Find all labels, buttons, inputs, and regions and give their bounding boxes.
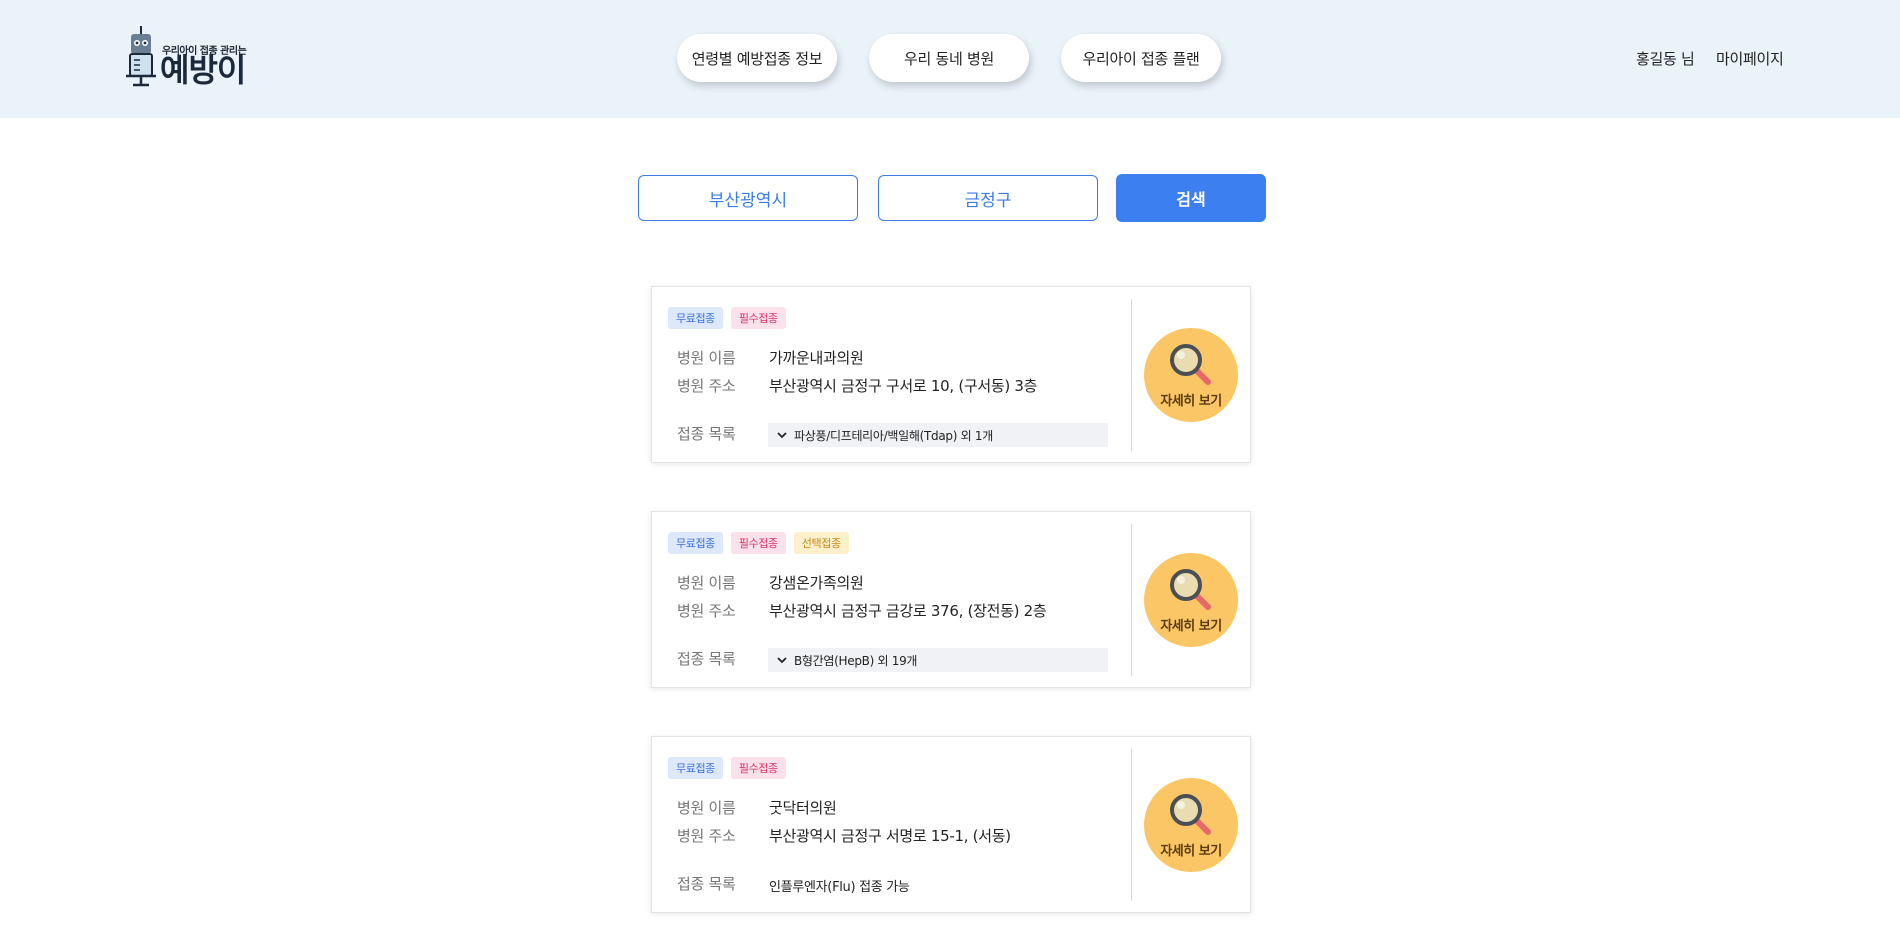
detail-button[interactable]: 자세히 보기 — [1144, 778, 1238, 872]
hospital-address-label: 병원 주소 — [677, 377, 736, 395]
vaccine-list-dropdown[interactable]: B형간염(HepB) 외 19개 — [768, 648, 1108, 672]
divider — [1131, 524, 1132, 676]
detail-button[interactable]: 자세히 보기 — [1144, 328, 1238, 422]
city-select[interactable]: 부산광역시 — [638, 175, 858, 221]
hospital-address-label: 병원 주소 — [677, 602, 736, 620]
divider — [1131, 749, 1132, 901]
site-header: 우리아이 접종 관리는 예방이 연령별 예방접종 정보 우리 동네 병원 우리아… — [0, 0, 1900, 118]
vaccine-list-dropdown[interactable]: 파상풍/디프테리아/백일해(Tdap) 외 1개 — [768, 423, 1108, 447]
hospital-name-label: 병원 이름 — [677, 799, 736, 817]
user-name: 홍길동 님 — [1636, 50, 1695, 68]
tag-required: 필수접종 — [730, 532, 786, 554]
magnifier-icon — [1170, 344, 1211, 385]
tag-list: 무료접종 필수접종 — [668, 307, 786, 329]
tag-list: 무료접종 필수접종 — [668, 757, 786, 779]
syringe-mascot-icon — [126, 26, 156, 87]
divider — [1131, 299, 1132, 451]
detail-button[interactable]: 자세히 보기 — [1144, 553, 1238, 647]
vaccine-list-text: 인플루엔자(Flu) 접종 가능 — [769, 880, 910, 895]
tag-free: 무료접종 — [668, 307, 723, 329]
hospital-address: 부산광역시 금정구 서명로 15-1, (서동) — [769, 827, 1011, 845]
hospital-name: 강샘온가족의원 — [769, 574, 864, 592]
vaccine-list-label: 접종 목록 — [677, 650, 736, 668]
district-select[interactable]: 금정구 — [878, 175, 1098, 221]
search-button[interactable]: 검색 — [1116, 174, 1266, 222]
hospital-name-label: 병원 이름 — [677, 349, 736, 367]
nav-neighborhood-hospital[interactable]: 우리 동네 병원 — [869, 34, 1029, 82]
chevron-down-icon — [777, 657, 787, 664]
hospital-name-label: 병원 이름 — [677, 574, 736, 592]
hospital-address-label: 병원 주소 — [677, 827, 736, 845]
chevron-down-icon — [777, 432, 787, 439]
hospital-card: 무료접종 필수접종 병원 이름 가까운내과의원 병원 주소 부산광역시 금정구 … — [651, 286, 1251, 463]
tag-required: 필수접종 — [730, 757, 786, 779]
vaccine-list-text: 파상풍/디프테리아/백일해(Tdap) 외 1개 — [794, 428, 993, 443]
nav-vaccination-plan[interactable]: 우리아이 접종 플랜 — [1061, 34, 1221, 82]
tag-optional: 선택접종 — [793, 532, 849, 554]
hospital-address: 부산광역시 금정구 금강로 376, (장전동) 2층 — [769, 602, 1047, 620]
hospital-name: 굿닥터의원 — [769, 799, 837, 817]
vaccine-list-label: 접종 목록 — [677, 875, 736, 893]
logo-name: 예방이 — [160, 51, 246, 89]
vaccine-list-text: B형간염(HepB) 외 19개 — [794, 653, 918, 668]
mypage-link[interactable]: 마이페이지 — [1716, 48, 1784, 69]
magnifier-icon — [1170, 569, 1211, 610]
vaccine-list-label: 접종 목록 — [677, 425, 736, 443]
detail-label: 자세히 보기 — [1160, 844, 1222, 859]
detail-label: 자세히 보기 — [1160, 394, 1222, 409]
logo[interactable]: 우리아이 접종 관리는 예방이 — [124, 26, 264, 90]
nav-age-vaccination-info[interactable]: 연령별 예방접종 정보 — [677, 34, 837, 82]
hospital-card: 무료접종 필수접종 선택접종 병원 이름 강샘온가족의원 병원 주소 부산광역시… — [651, 511, 1251, 688]
hospital-card: 무료접종 필수접종 병원 이름 굿닥터의원 병원 주소 부산광역시 금정구 서명… — [651, 736, 1251, 913]
detail-label: 자세히 보기 — [1160, 619, 1222, 634]
tag-list: 무료접종 필수접종 선택접종 — [668, 532, 849, 554]
tag-free: 무료접종 — [668, 532, 723, 554]
hospital-name: 가까운내과의원 — [769, 349, 864, 367]
magnifier-icon — [1170, 794, 1211, 835]
tag-required: 필수접종 — [730, 307, 786, 329]
tag-free: 무료접종 — [668, 757, 723, 779]
hospital-address: 부산광역시 금정구 구서로 10, (구서동) 3층 — [769, 377, 1038, 395]
